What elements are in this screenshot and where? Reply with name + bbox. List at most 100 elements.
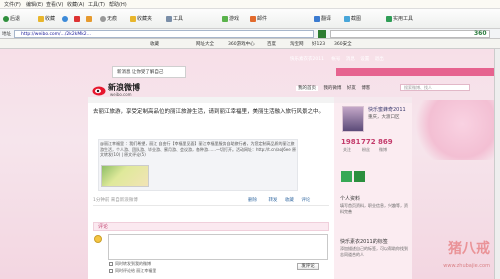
practical-tools-button[interactable]: 实用工具 — [386, 15, 413, 24]
followers-label: 粉丝 — [362, 147, 370, 152]
translate-button[interactable]: 翻译 — [314, 15, 331, 24]
comment-to-checkbox-label: 同时评论给 丽江幸福里 — [115, 268, 157, 273]
comment-to-checkbox[interactable] — [109, 269, 113, 273]
game-button[interactable]: 游戏 — [222, 15, 239, 24]
forward-checkbox-label: 同时转发到我的微博 — [115, 261, 151, 266]
scissors-icon — [344, 15, 350, 22]
nav-my-weibo[interactable]: 我的微博 — [323, 86, 341, 91]
decorative-cloud — [406, 100, 500, 160]
menu-tools[interactable]: 工具(T) — [88, 1, 105, 8]
notification-bubble[interactable]: 新消息 让你受了解自己 — [112, 66, 186, 78]
stop-button[interactable] — [74, 15, 81, 24]
brand-360: 360 — [474, 30, 487, 37]
profile-location: 重庆，大渡口区 — [368, 115, 400, 120]
favorites-button[interactable]: 收藏 — [38, 15, 55, 24]
address-label: 地址 — [2, 32, 11, 37]
watermark-logo: 猪八戒 — [448, 241, 490, 257]
watermark-url: www.zhubajie.com — [443, 263, 490, 269]
menu-help[interactable]: 帮助(H) — [109, 1, 127, 8]
site-nav: 快乐素衣衣2011 帐号 消息 设置 退出 — [290, 56, 480, 64]
collect-label: 收藏夹 — [137, 16, 153, 22]
screenshot-button[interactable]: 截图 — [344, 15, 361, 24]
home-icon — [86, 15, 92, 22]
comment-textarea[interactable] — [108, 234, 328, 260]
incognito-icon — [100, 15, 106, 22]
practical-tools-label: 实用工具 — [393, 16, 414, 22]
user-link[interactable]: 快乐素衣衣2011 — [290, 57, 324, 62]
favorites-bar: 收藏 网址大全 360游戏中心 百度 淘宝网 好123 360安全 — [0, 39, 500, 49]
back-arrow-icon — [3, 15, 9, 22]
mail-button[interactable]: 邮件 — [250, 15, 267, 24]
refresh-button[interactable] — [62, 15, 69, 24]
emoji-icon[interactable] — [94, 235, 102, 243]
post-actions: 删除 转发 收藏 评论 — [248, 197, 334, 203]
menu-view[interactable]: 查看(V) — [46, 1, 63, 8]
fav-item[interactable]: 360游戏中心 — [228, 41, 255, 47]
page-scrollbar[interactable] — [494, 49, 500, 279]
posts-label: 微博 — [379, 147, 387, 152]
star-icon — [130, 15, 136, 22]
game-label: 游戏 — [229, 16, 240, 22]
web-search-input[interactable] — [330, 30, 490, 38]
plus-icon — [386, 15, 392, 22]
nav-friends[interactable]: 好友 — [347, 86, 356, 91]
browser-toolbar: 后退 收藏 无痕 收藏夹 工具 游戏 邮件 翻译 截图 实用工具 — [0, 9, 500, 29]
divider — [93, 205, 329, 206]
logout-link[interactable]: 退出 — [375, 57, 384, 62]
sidebar-header-strip — [334, 97, 412, 103]
following-count[interactable]: 1981 — [341, 138, 360, 146]
nav-home[interactable]: 我的首页 — [296, 86, 318, 91]
translate-icon — [314, 15, 320, 22]
comment-link[interactable]: 评论 — [301, 198, 310, 203]
send-comment-button[interactable]: 发评论 — [297, 263, 319, 270]
posts-count[interactable]: 869 — [378, 138, 393, 146]
tools-button[interactable]: 工具 — [166, 15, 183, 24]
favorites-label: 收藏 — [45, 16, 56, 22]
screenshot-label: 截图 — [351, 16, 362, 22]
profile-name[interactable]: 快乐蜜蜂奇2011 — [368, 106, 406, 113]
refresh-icon — [62, 15, 68, 22]
weibo-eye-icon — [92, 86, 106, 96]
tags-section-text: 添加描述自己的标签，可以帮助你找到志同道合的人 — [340, 246, 408, 257]
home-button[interactable] — [86, 15, 93, 24]
back-button[interactable]: 后退 — [3, 15, 20, 24]
repost-thumbnail[interactable] — [101, 165, 149, 187]
collect-button[interactable]: 收藏夹 — [130, 15, 152, 24]
mobile-icon[interactable] — [354, 171, 365, 182]
comment-header: 评论 — [93, 222, 329, 231]
menu-edit[interactable]: 编辑(E) — [26, 1, 43, 8]
collect-link[interactable]: 收藏 — [285, 198, 294, 203]
wrench-icon — [166, 15, 172, 22]
fav-item[interactable]: 网址大全 — [196, 41, 214, 47]
fav-item[interactable]: 好123 — [312, 41, 325, 47]
followers-count[interactable]: 772 — [361, 138, 376, 146]
fav-item[interactable]: 360安全 — [334, 41, 352, 47]
messages-link[interactable]: 消息 — [346, 57, 355, 62]
menu-file[interactable]: 文件(F) — [4, 1, 21, 8]
sync-icon[interactable] — [341, 171, 352, 182]
avatar[interactable] — [342, 106, 364, 132]
tags-section-title: 快乐素衣2011的标签 — [340, 239, 388, 245]
weibo-search-input[interactable]: 搜索微博、找人 — [400, 84, 470, 91]
following-label: 关注 — [343, 147, 351, 152]
url-input[interactable]: http://weibo.com/.../2k2kMk2... — [14, 30, 314, 38]
mail-label: 邮件 — [257, 16, 268, 22]
content-header-strip — [88, 97, 334, 103]
profile-section-text: 填写首页资料，职业信息，兴趣等，资料完善 — [340, 203, 408, 214]
go-icon[interactable] — [318, 30, 326, 38]
tools-label: 工具 — [173, 16, 184, 22]
nav-blog[interactable]: 博客 — [361, 86, 370, 91]
menu-bar: 文件(F) 编辑(E) 查看(V) 收藏(A) 工具(T) 帮助(H) — [0, 0, 500, 9]
fav-item[interactable]: 收藏 — [150, 41, 159, 47]
forward-link[interactable]: 转发 — [268, 198, 277, 203]
fav-item[interactable]: 淘宝网 — [290, 41, 304, 47]
translate-label: 翻译 — [321, 16, 332, 22]
menu-favorites[interactable]: 收藏(A) — [67, 1, 84, 8]
site-top-bar — [336, 68, 494, 76]
fav-item[interactable]: 百度 — [267, 41, 276, 47]
no-trace-button[interactable]: 无痕 — [100, 15, 117, 24]
settings-link[interactable]: 设置 — [360, 57, 369, 62]
forward-checkbox[interactable] — [109, 262, 113, 266]
account-link[interactable]: 帐号 — [331, 57, 340, 62]
delete-link[interactable]: 删除 — [248, 198, 257, 203]
